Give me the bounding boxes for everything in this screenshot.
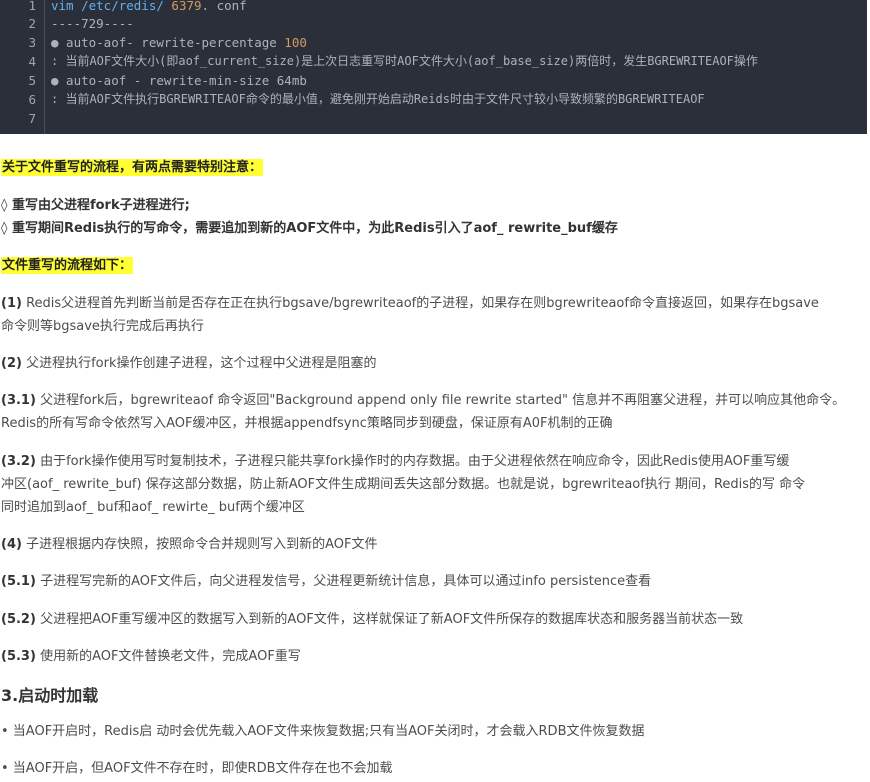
step-paragraph-cont: 命令则等bgsave执行完成后再执行 [1, 319, 204, 334]
bullet-item: • 当AOF开启，但AOF文件不存在时，即使RDB文件存在也不会加载 [1, 761, 393, 776]
step-paragraph: (4) 子进程根据内存快照，按照命令合并规则写入到新的AOF文件 [1, 537, 378, 552]
line-number: 7 [28, 111, 36, 126]
step-paragraph: (2) 父进程执行fork操作创建子进程，这个过程中父进程是阻塞的 [1, 356, 377, 371]
line-number: 5 [28, 73, 36, 88]
bullet-item: • 当AOF开启时，Redis启 动时会优先载入AOF文件来恢复数据;只有当AO… [1, 724, 645, 739]
notice-heading: 关于文件重写的流程，有两点需要特别注意： [1, 159, 264, 176]
code-text: ● auto-aof- rewrite-percentage 100 [51, 35, 307, 50]
step-paragraph: (5.2) 父进程把AOF重写缓冲区的数据写入到新的AOF文件，这样就保证了新A… [1, 612, 744, 627]
line-number: 4 [28, 54, 36, 69]
line-number: 6 [28, 92, 36, 107]
step-paragraph: (1) Redis父进程首先判断当前是否存在正在执行bgsave/bgrewri… [1, 296, 819, 311]
step-paragraph: (5.1) 子进程写完新的AOF文件后，向父进程发信号，父进程更新统计信息，具体… [1, 574, 652, 589]
flow-heading: 文件重写的流程如下： [1, 257, 134, 274]
section-title: 3.启动时加载 [1, 686, 99, 705]
code-text: : 当前AOF文件大小(即aof_current_size)是上次日志重写时AO… [51, 54, 758, 68]
code-text: ● auto-aof - rewrite-min-size 64mb [51, 73, 307, 88]
code-text: ----729---- [51, 16, 134, 31]
step-paragraph-cont: Redis的所有写命令依然写入AOF缓冲区，并根据appendfsync策略同步… [1, 416, 613, 431]
notice-item: ◊ 重写期间Redis执行的写命令，需要追加到新的AOF文件中，为此Redis引… [1, 221, 618, 236]
step-paragraph-cont: 冲区(aof_ rewrite_buf) 保存这部分数据，防止新AOF文件生成期… [1, 477, 806, 492]
code-block: 1 vim /etc/redis/ 6379. conf 2 ----729--… [0, 0, 867, 134]
notice-item: ◊ 重写由父进程fork子进程进行; [1, 198, 190, 213]
step-paragraph: (3.2) 由于fork操作使用写时复制技术，子进程只能共享fork操作时的内存… [1, 454, 790, 469]
line-number: 3 [28, 35, 36, 50]
code-text: vim /etc/redis/ 6379. conf [51, 0, 247, 13]
step-paragraph-cont: 同时追加到aof_ buf和aof_ rewirte_ buf两个缓冲区 [1, 500, 305, 515]
step-paragraph: (5.3) 使用新的AOF文件替换老文件，完成AOF重写 [1, 649, 301, 664]
step-paragraph: (3.1) 父进程fork后，bgrewriteaof 命令返回"Backgro… [1, 393, 846, 408]
line-number: 1 [28, 0, 36, 13]
line-number: 2 [28, 16, 36, 31]
code-text: : 当前AOF文件执行BGREWRITEAOF命令的最小值，避免刚开始启动Rei… [51, 92, 705, 106]
